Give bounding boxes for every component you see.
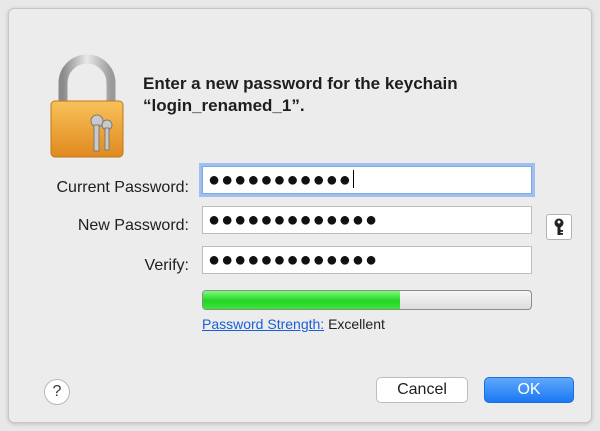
key-icon — [554, 218, 564, 235]
dialog-message-line-2: “login_renamed_1”. — [143, 96, 305, 115]
dialog-message: Enter a new password for the keychain “l… — [143, 73, 458, 117]
new-password-label: New Password: — [77, 217, 189, 234]
current-password-label: Current Password: — [56, 179, 190, 196]
new-password-field[interactable]: ●●●●●●●●●●●●● — [202, 206, 532, 234]
dialog-message-line-1: Enter a new password for the keychain — [143, 74, 458, 93]
password-strength-rating: Excellent — [328, 316, 385, 332]
password-strength-meter — [202, 290, 532, 310]
new-password-value: ●●●●●●●●●●●●● — [208, 209, 379, 231]
cancel-button[interactable]: Cancel — [376, 377, 468, 403]
padlock-with-keys-icon — [50, 54, 124, 158]
change-keychain-password-dialog: Enter a new password for the keychain “l… — [8, 8, 592, 423]
verify-label: Verify: — [144, 257, 189, 274]
ok-button[interactable]: OK — [484, 377, 574, 403]
verify-field[interactable]: ●●●●●●●●●●●●● — [202, 246, 532, 274]
verify-value: ●●●●●●●●●●●●● — [208, 249, 379, 271]
password-strength-link[interactable]: Password Strength: — [202, 316, 324, 332]
current-password-value: ●●●●●●●●●●● — [208, 169, 352, 191]
password-strength-row: Password Strength: Excellent — [202, 316, 385, 332]
text-caret — [352, 170, 354, 188]
password-strength-fill — [203, 291, 400, 309]
current-password-field[interactable]: ●●●●●●●●●●● — [202, 166, 532, 194]
password-assistant-button[interactable] — [546, 214, 572, 240]
help-button[interactable]: ? — [44, 379, 70, 405]
